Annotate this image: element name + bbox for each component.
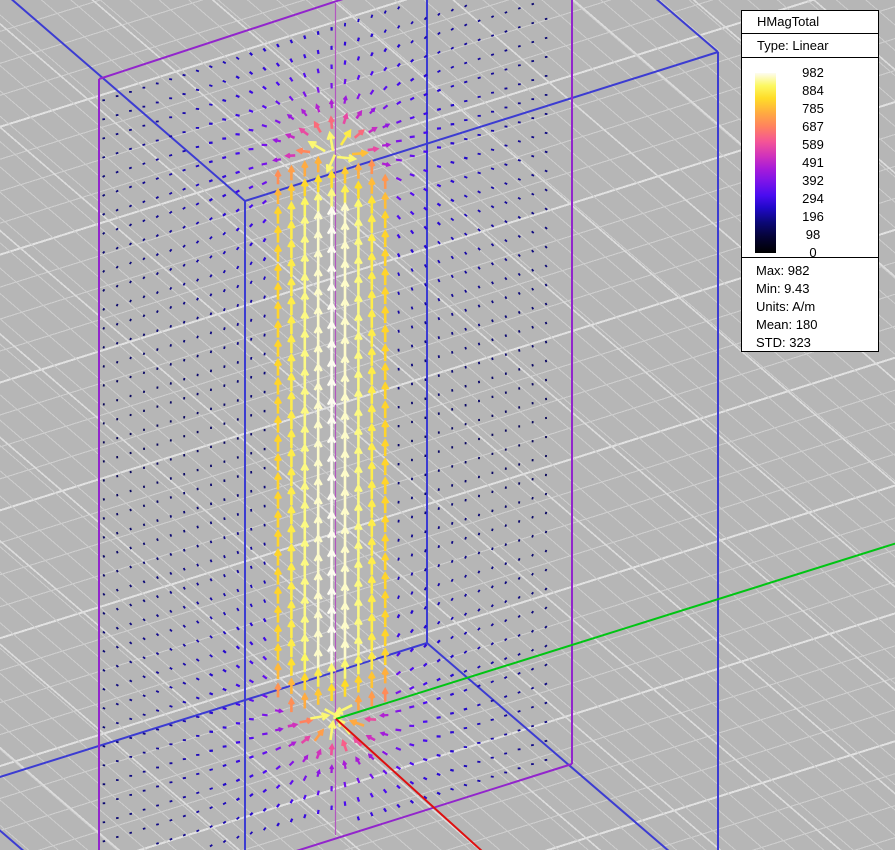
- stat-line: Mean: 180: [756, 316, 878, 334]
- scale-value: 785: [778, 100, 848, 118]
- scale-value: 884: [778, 82, 848, 100]
- stat-line: Min: 9.43: [756, 280, 878, 298]
- stat-line: STD: 323: [756, 334, 878, 352]
- legend-title: HMagTotal: [742, 11, 878, 34]
- scale-value: 589: [778, 136, 848, 154]
- scale-value: 294: [778, 190, 848, 208]
- scale-value: 982: [778, 64, 848, 82]
- scale-value: 392: [778, 172, 848, 190]
- legend-panel[interactable]: HMagTotal Type: Linear 98288478568758949…: [741, 10, 879, 352]
- scale-value: 196: [778, 208, 848, 226]
- legend-scale-type: Type: Linear: [742, 34, 878, 58]
- stat-line: Units: A/m: [756, 298, 878, 316]
- legend-stats: Max: 982Min: 9.43Units: A/mMean: 180STD:…: [742, 258, 878, 352]
- vector-field-arrows: [102, 4, 547, 847]
- scale-value: 491: [778, 154, 848, 172]
- stat-line: Max: 982: [756, 262, 878, 280]
- 3d-viewport[interactable]: HMagTotal Type: Linear 98288478568758949…: [0, 0, 895, 850]
- scale-value: 0: [778, 244, 848, 262]
- scale-value: 98: [778, 226, 848, 244]
- scale-value: 687: [778, 118, 848, 136]
- legend-scale: 982884785687589491392294196980: [742, 58, 878, 258]
- legend-colorbar[interactable]: [755, 73, 776, 253]
- legend-scale-values: 982884785687589491392294196980: [778, 58, 848, 257]
